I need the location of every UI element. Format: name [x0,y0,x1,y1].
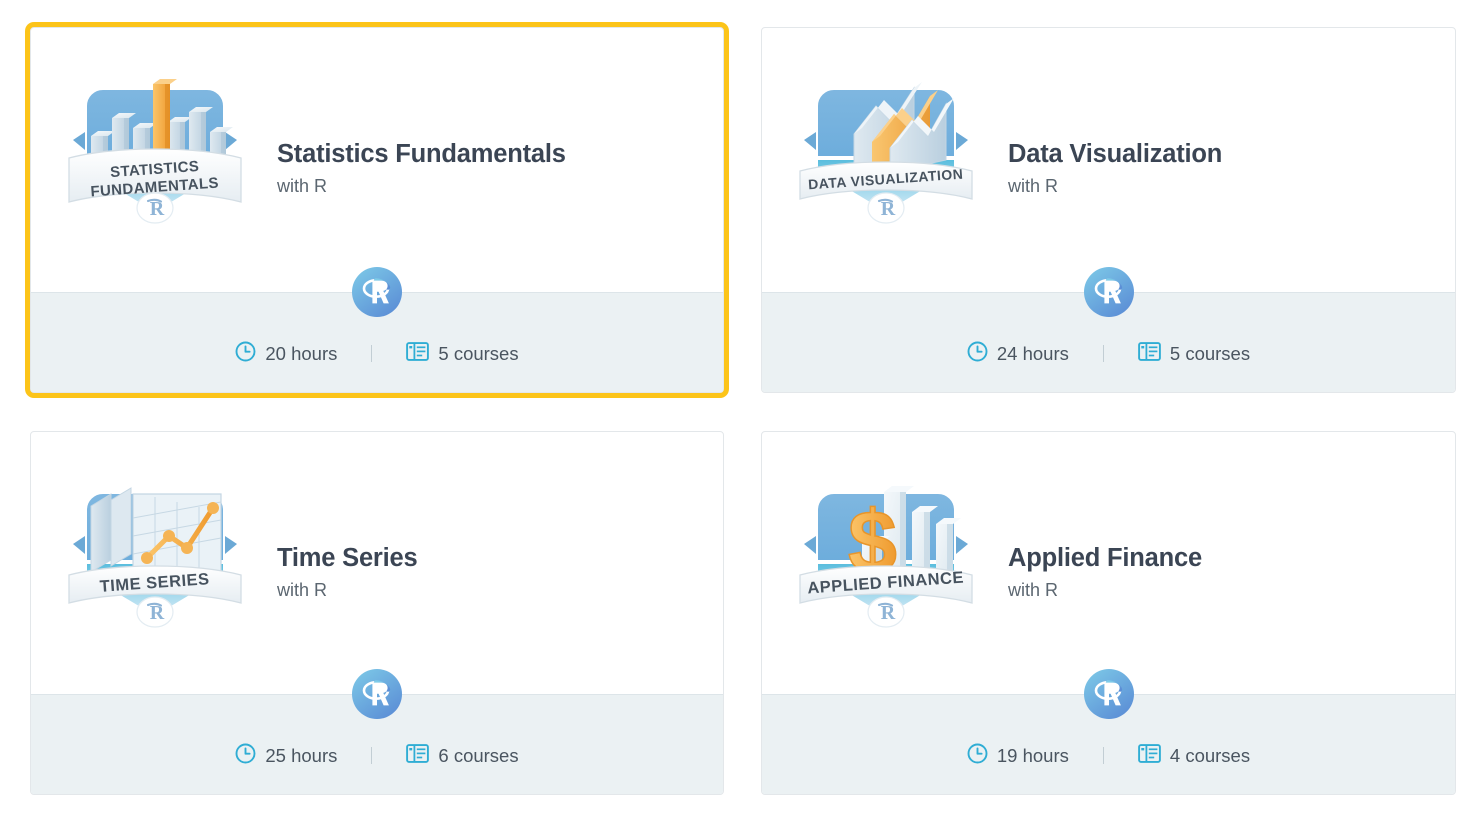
track-title: Statistics Fundamentals [277,140,566,168]
track-hours-stat: 25 hours [235,743,337,769]
track-hours-label: 19 hours [996,744,1069,766]
track-card-data-visualization[interactable]: R DATA VISUALIZATION R Data Visualizatio… [761,27,1456,393]
track-hours-label: 24 hours [996,342,1069,364]
track-card-body: R DATA VISUALIZATION R Data Visualizatio… [762,28,1455,317]
track-card-body: R $ APPLIED FINANCE R Applied Finance [762,432,1455,719]
track-hours-label: 25 hours [265,744,338,766]
track-badge: R TIME SERIES R [63,462,247,638]
svg-text:R: R [881,198,896,220]
track-courses-label: 5 courses [1169,342,1251,364]
track-badge: R DATA VISUALIZATION R [794,58,978,234]
track-hours-stat: 24 hours [967,341,1069,367]
r-language-icon [352,267,402,317]
clock-icon [967,743,988,769]
track-card-applied-finance[interactable]: R $ APPLIED FINANCE R Applied Finance [761,431,1456,795]
track-hours-label: 20 hours [265,342,338,364]
track-title: Applied Finance [1008,544,1202,572]
track-title: Time Series [277,544,418,572]
r-language-icon [352,669,402,719]
track-title: Data Visualization [1008,140,1223,168]
svg-text:R: R [150,602,165,624]
track-hours-stat: 19 hours [967,743,1069,769]
track-badge: R $ APPLIED FINANCE R [794,462,978,638]
badge-bar-chart-skyline: R STATISTICS FUN [68,79,242,224]
badge-layered-area-chart: R DATA VISUALIZATION R [799,82,973,224]
track-subtitle: with R [1008,175,1059,196]
track-card-text: Statistics Fundamentals with R [247,58,566,197]
courses-book-icon [1138,341,1161,367]
track-card-text: Applied Finance with R [978,462,1202,601]
track-hours-stat: 20 hours [235,341,337,367]
stat-divider [371,345,373,362]
track-courses-stat: 5 courses [406,341,519,367]
stat-divider [371,747,373,764]
clock-icon [967,341,988,367]
svg-text:R: R [150,198,165,220]
track-badge: R STATISTICS FUN [63,58,247,234]
track-courses-label: 4 courses [1169,744,1251,766]
clock-icon [235,341,256,367]
track-courses-stat: 5 courses [1138,341,1250,367]
track-courses-label: 5 courses [438,342,519,364]
r-language-icon [1083,267,1134,317]
svg-text:R: R [881,602,896,624]
r-language-icon [1083,669,1134,719]
clock-icon [235,743,256,769]
track-card-body: R TIME SERIES R Time Series with R [31,432,723,719]
badge-line-chart-panels: R TIME SERIES R [68,487,242,628]
badge-dollar-sign-bars: R $ APPLIED FINANCE R [799,486,973,628]
track-card-grid: R STATISTICS FUN [0,0,1475,819]
stat-divider [1102,345,1104,362]
stat-divider [1102,747,1104,764]
track-card-statistics-fundamentals[interactable]: R STATISTICS FUN [30,27,724,393]
track-card-body: R STATISTICS FUN [31,28,723,317]
track-courses-label: 6 courses [438,744,519,766]
courses-book-icon [1138,743,1161,769]
track-subtitle: with R [1008,579,1059,600]
track-card-text: Data Visualization with R [978,58,1222,197]
track-courses-stat: 4 courses [1138,743,1250,769]
track-subtitle: with R [277,579,328,600]
track-card-time-series[interactable]: R TIME SERIES R Time Series with R [30,431,724,795]
track-subtitle: with R [277,175,328,196]
courses-book-icon [406,743,430,769]
track-courses-stat: 6 courses [406,743,519,769]
track-card-text: Time Series with R [247,462,418,601]
courses-book-icon [406,341,430,367]
